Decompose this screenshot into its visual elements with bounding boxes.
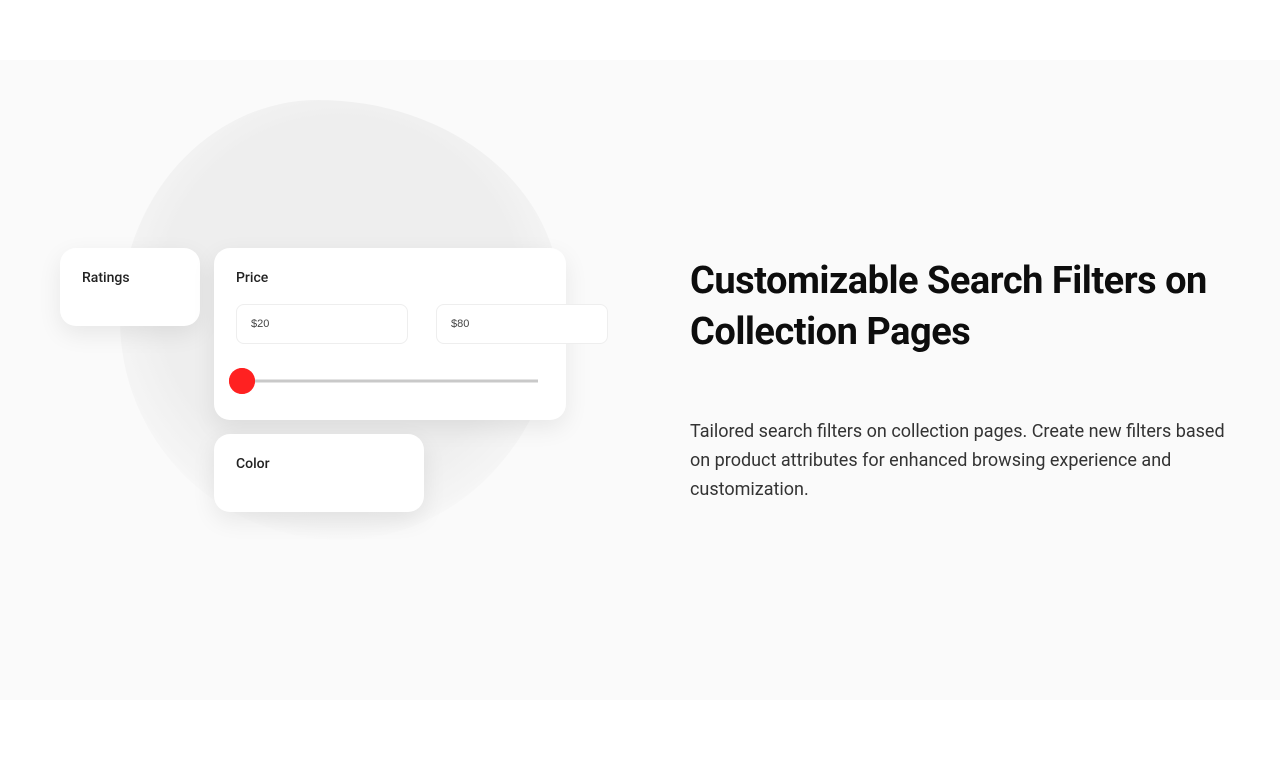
ratings-card: Ratings bbox=[60, 248, 200, 326]
color-title: Color bbox=[236, 456, 402, 472]
color-card: Color bbox=[214, 434, 424, 512]
text-block: Customizable Search Filters on Collectio… bbox=[690, 256, 1250, 505]
description: Tailored search filters on collection pa… bbox=[690, 418, 1240, 504]
price-min-input[interactable] bbox=[236, 304, 408, 344]
heading: Customizable Search Filters on Collectio… bbox=[690, 256, 1240, 359]
filter-preview: Ratings Price Col bbox=[60, 248, 566, 512]
price-max-input[interactable] bbox=[436, 304, 608, 344]
slider-track bbox=[242, 380, 538, 383]
slider-handle-max[interactable] bbox=[229, 368, 255, 394]
ratings-title: Ratings bbox=[82, 270, 178, 286]
price-card: Price bbox=[214, 248, 566, 420]
price-slider[interactable] bbox=[242, 370, 538, 392]
price-title: Price bbox=[236, 270, 544, 286]
